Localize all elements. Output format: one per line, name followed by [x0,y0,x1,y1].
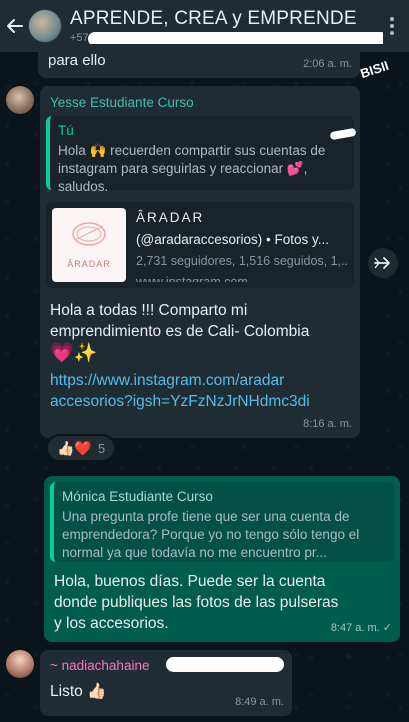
sender-avatar[interactable] [6,86,34,114]
link-thumbnail: ÂRADAR [52,208,126,282]
reaction-count: 5 [97,440,106,456]
group-avatar[interactable] [28,9,62,43]
vertical-dots-icon[interactable] [383,17,401,35]
message-bubble-outgoing[interactable]: Mónica Estudiante Curso Una pregunta pro… [44,476,400,642]
group-members-subtitle: +57 ... 205... [70,32,383,44]
quoted-message[interactable]: Tú Hola 🙌 recuerden compartir sus cuenta… [46,116,354,194]
message-reactions[interactable]: 👍🏻❤️ 5 [46,434,117,462]
quote-author: Tú [58,123,74,138]
sender-name[interactable]: ~ nadiachahaine [50,656,149,676]
sender-avatar[interactable] [6,650,34,678]
link-subtitle: (@aradaraccesorios) • Fotos y... [136,232,329,247]
quote-author: Mónica Estudiante Curso [62,489,213,504]
message-bubble-nadia[interactable]: ~ nadiachahaine Listo 👍🏻 8:49 a. m. [40,650,292,716]
group-title: APRENDE, CREA y EMPRENDE [70,8,357,29]
quote-text: Una pregunta profe tiene que ser una cue… [62,509,360,560]
message-bubble-partial: para ello 2:06 a. m. [38,48,360,78]
message-body: Listo 👍🏻 [50,683,107,700]
message-time: 8:49 a. m. [235,696,284,708]
message-time: 8:47 a. m. ✓ [330,622,392,634]
reaction-emojis: 👍🏻❤️ [57,439,92,456]
instagram-link[interactable]: https://www.instagram.com/aradar accesor… [50,370,354,412]
message-bubble-yesse[interactable]: Yesse Estudiante Curso Tú Hola 🙌 recuerd… [40,86,360,438]
link-title: ÂRADAR [136,210,205,225]
quote-text: Hola 🙌 recuerden compartir sus cuentas d… [58,143,326,194]
header-text[interactable]: APRENDE, CREA y EMPRENDE +57 ... 205... [70,8,383,44]
link-info: ÂRADAR (@aradaraccesorios) • Fotos y... … [136,208,348,282]
redaction-mark [166,657,284,672]
link-domain: www.instagram.com [136,275,248,282]
thumb-brand: ÂRADAR [67,259,111,269]
arrow-left-icon[interactable] [4,15,26,37]
message-body: Hola a todas !!! Comparto mi emprendimie… [50,302,310,364]
message-text: para ello [48,52,106,69]
redaction-mark [88,32,383,44]
message-time: 2:06 a. m. [303,58,352,70]
message-time: 8:16 a. m. [303,418,352,430]
chat-header[interactable]: APRENDE, CREA y EMPRENDE +57 ... 205... [0,0,409,52]
quoted-message[interactable]: Mónica Estudiante Curso Una pregunta pro… [50,482,394,562]
sender-name[interactable]: Yesse Estudiante Curso [50,93,194,113]
link-description: 2,731 seguidores, 1,516 seguidos, 1,... [136,254,348,268]
bracelet-logo-icon [72,222,106,246]
link-preview-card[interactable]: ÂRADAR ÂRADAR (@aradaraccesorios) • Foto… [46,202,354,288]
forward-icon[interactable] [368,248,398,278]
